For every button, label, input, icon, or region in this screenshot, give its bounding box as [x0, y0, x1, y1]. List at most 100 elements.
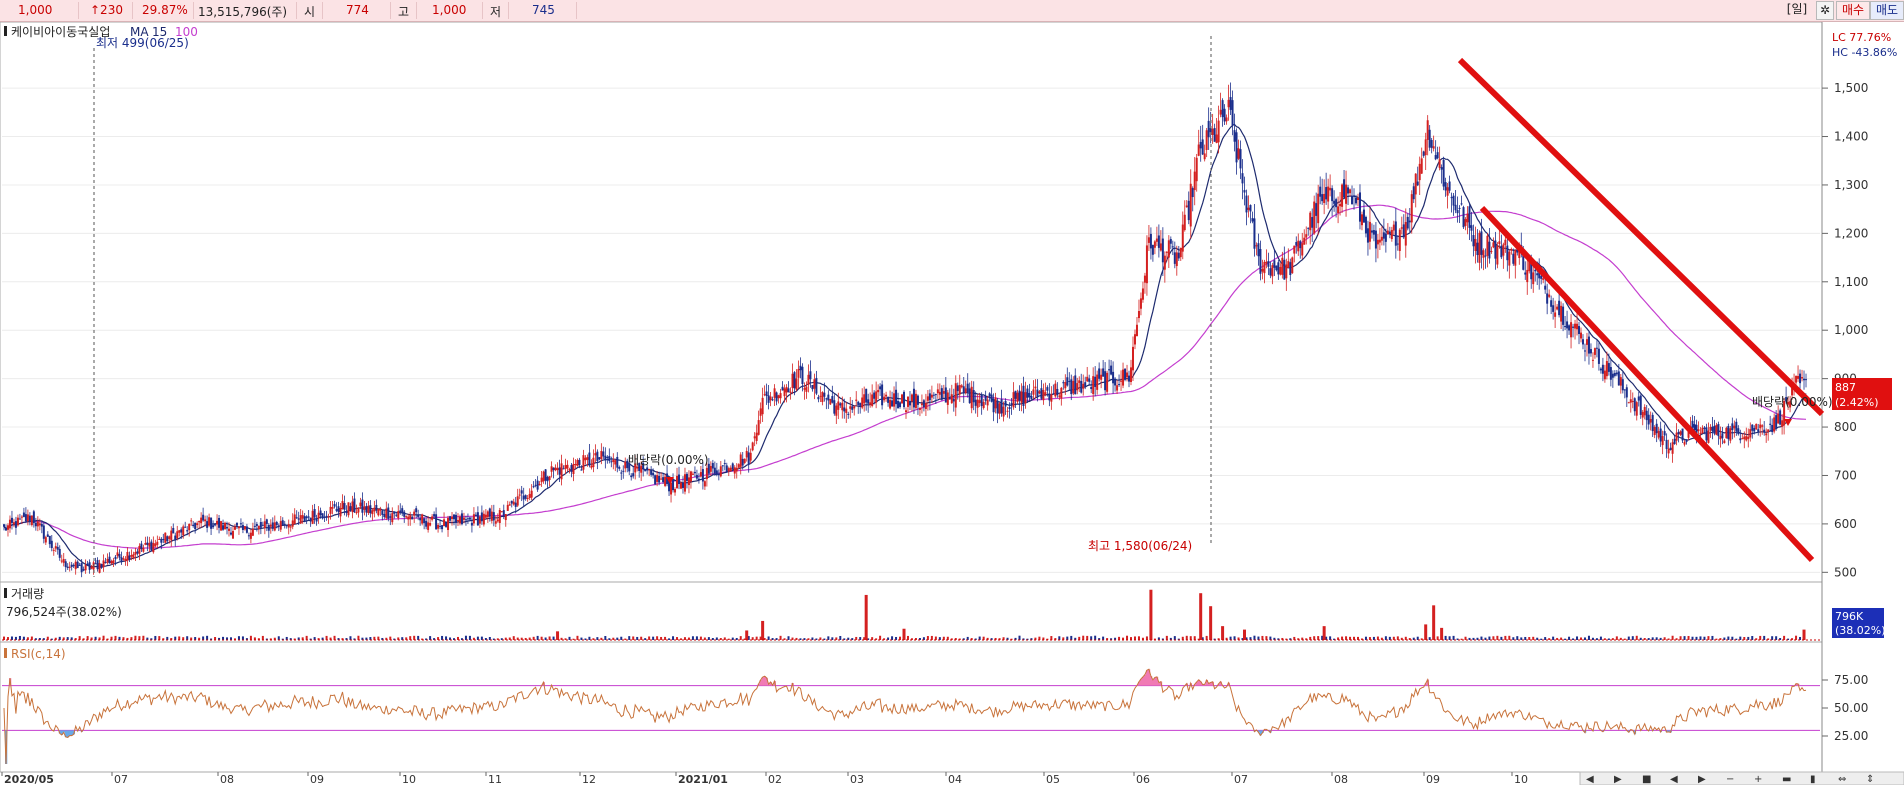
- sell-button[interactable]: 매도: [1870, 1, 1904, 20]
- candle-body: [1715, 425, 1718, 435]
- volume-bar: [468, 635, 471, 640]
- candle-body: [1364, 216, 1367, 234]
- volume-bar: [787, 636, 790, 640]
- candle-body: [787, 388, 790, 393]
- volume-bar: [1082, 635, 1085, 640]
- candle-body: [946, 392, 949, 405]
- candle-body: [1444, 182, 1447, 191]
- candle-body: [1605, 361, 1608, 377]
- volume-bar: [18, 635, 21, 640]
- scroll-left-icon[interactable]: ◀: [1586, 774, 1594, 785]
- candle-body: [415, 508, 418, 513]
- candle-body: [355, 512, 358, 514]
- candle-body: [20, 516, 23, 518]
- zoom-out-icon[interactable]: −: [1726, 774, 1734, 785]
- candle-body: [1321, 194, 1324, 202]
- volume-bar: [731, 637, 734, 640]
- candle-body: [449, 516, 452, 521]
- candle-body: [771, 399, 774, 401]
- candle-body: [1735, 421, 1738, 431]
- stop-icon[interactable]: ■: [1642, 774, 1651, 785]
- volume-bar: [636, 636, 639, 640]
- zoom-right-icon[interactable]: ▶: [1698, 774, 1706, 785]
- candle-body: [1717, 424, 1720, 437]
- candle-body: [1703, 427, 1706, 429]
- candle-body: [586, 457, 589, 460]
- candle-body: [369, 505, 372, 514]
- zoom-in-icon[interactable]: +: [1754, 774, 1762, 785]
- volume-spike: [1424, 624, 1428, 640]
- volume-bar: [154, 635, 157, 640]
- candle-body: [530, 490, 533, 498]
- candle-body: [691, 473, 694, 475]
- candle-body: [1046, 387, 1049, 391]
- candle-body: [1145, 245, 1148, 284]
- bar-icon[interactable]: ▬: [1782, 774, 1791, 785]
- volume-bar: [377, 636, 380, 640]
- candle-body: [522, 495, 525, 500]
- candle-body: [1679, 431, 1682, 435]
- candle-body: [1333, 200, 1336, 204]
- candle-body: [863, 394, 866, 404]
- candle-body: [456, 520, 459, 522]
- candle-body: [845, 408, 848, 413]
- candle-body: [791, 373, 794, 388]
- scroll-right-icon[interactable]: ▶: [1614, 774, 1622, 785]
- candle-body: [198, 520, 201, 523]
- candle-body: [556, 468, 559, 471]
- candle-body: [1745, 436, 1748, 441]
- candle-body: [24, 514, 27, 522]
- candle-body: [510, 500, 513, 504]
- candle-body: [899, 402, 902, 408]
- volume-bar: [78, 636, 81, 640]
- candle-body: [1301, 243, 1304, 256]
- settings-icon[interactable]: ✲: [1816, 1, 1834, 20]
- volume-bar: [827, 636, 830, 640]
- candle-body: [1133, 334, 1136, 345]
- candle-body: [777, 395, 780, 399]
- open-label: 시: [304, 5, 316, 19]
- candle-body: [1104, 371, 1107, 391]
- candle-body: [178, 530, 181, 533]
- candle-body: [500, 511, 503, 513]
- candle-body: [1036, 389, 1039, 398]
- volume-bar: [1647, 638, 1650, 640]
- candle-body: [285, 525, 288, 527]
- candle-body: [237, 526, 240, 529]
- candle-body: [476, 512, 479, 526]
- candle-body: [419, 518, 422, 521]
- panel-icon[interactable]: ▮: [1810, 774, 1816, 785]
- zoom-left-icon[interactable]: ◀: [1670, 774, 1678, 785]
- candle-body: [1386, 230, 1389, 235]
- candle-body: [164, 532, 167, 543]
- x-tick-label: 07: [114, 773, 128, 785]
- candle-body: [540, 477, 543, 483]
- candle-body: [632, 473, 635, 477]
- fit-width-icon[interactable]: ⇔: [1838, 774, 1846, 785]
- candle-body: [1671, 442, 1674, 454]
- candle-body: [934, 394, 937, 396]
- candle-body: [658, 475, 661, 483]
- fit-height-icon[interactable]: ⇕: [1866, 774, 1874, 785]
- rsi-overbought-fill: [1143, 674, 1147, 686]
- candle-body: [974, 399, 977, 406]
- candle-body: [1589, 349, 1592, 354]
- ma-long-label: 100: [175, 25, 198, 39]
- candle-body: [303, 516, 306, 521]
- candle-body: [948, 398, 951, 400]
- buy-button[interactable]: 매수: [1836, 1, 1870, 20]
- volume-bar: [767, 636, 770, 640]
- candle-body: [134, 551, 137, 555]
- candle-body: [1418, 163, 1421, 181]
- x-tick-label: 11: [488, 773, 502, 785]
- candle-body: [38, 523, 41, 526]
- candle-body: [136, 551, 139, 554]
- candle-body: [855, 399, 858, 401]
- candle-body: [1659, 428, 1662, 442]
- candle-body: [576, 459, 579, 467]
- candle-body: [789, 391, 792, 393]
- candle-body: [110, 561, 113, 564]
- period-selector[interactable]: [일]: [1782, 1, 1812, 20]
- candle-body: [699, 472, 702, 477]
- candle-body: [462, 517, 465, 520]
